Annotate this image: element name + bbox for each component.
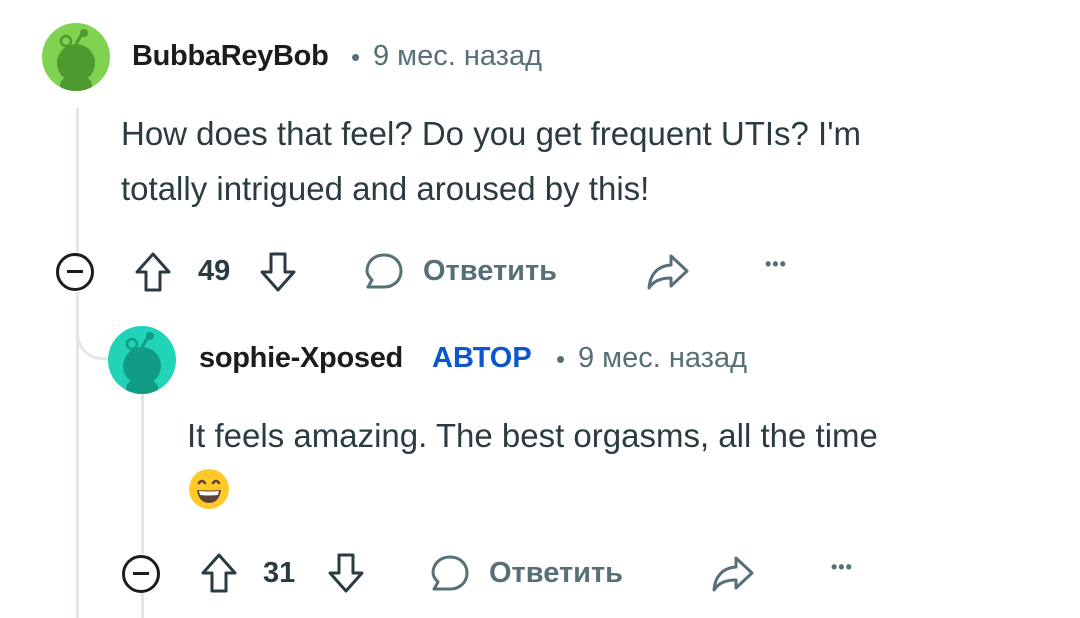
timestamp[interactable]: 9 мес. назад — [578, 342, 747, 375]
comment-body-line: totally intrigued and aroused by this! — [121, 170, 650, 207]
downvote-icon[interactable] — [326, 551, 366, 595]
snoo-avatar-icon — [123, 332, 161, 394]
upvote-icon[interactable] — [199, 551, 239, 595]
collapse-thread-button[interactable] — [56, 253, 94, 291]
reply-bubble-icon[interactable] — [428, 552, 472, 596]
op-badge: АВТОР — [432, 342, 532, 374]
downvote-icon[interactable] — [258, 250, 298, 294]
avatar[interactable] — [42, 23, 110, 91]
avatar[interactable] — [108, 326, 176, 394]
collapse-thread-button[interactable] — [122, 555, 160, 593]
separator-dot: • — [556, 344, 566, 374]
thread-line-2-lower — [141, 592, 144, 618]
vote-count: 31 — [263, 557, 296, 589]
snoo-avatar-icon — [57, 29, 95, 91]
reply-bubble-icon[interactable] — [362, 250, 406, 294]
more-options-button[interactable]: ••• — [831, 557, 853, 578]
thread-line-2 — [141, 394, 144, 554]
separator-dot: • — [351, 42, 361, 72]
comment-body: How does that feel? Do you get frequent … — [121, 106, 861, 216]
username[interactable]: BubbaReyBob — [132, 40, 329, 73]
thread-line-1 — [76, 108, 79, 258]
reply-button[interactable]: Ответить — [489, 557, 623, 590]
grinning-face-emoji — [187, 467, 231, 511]
share-icon[interactable] — [710, 552, 756, 596]
upvote-icon[interactable] — [133, 250, 173, 294]
share-icon[interactable] — [645, 250, 691, 294]
comment-body-line: How does that feel? Do you get frequent … — [121, 115, 862, 152]
vote-count: 49 — [198, 255, 231, 287]
reply-button[interactable]: Ответить — [423, 255, 557, 288]
timestamp[interactable]: 9 мес. назад — [373, 40, 542, 73]
comment-body-line: It feels amazing. The best orgasms, all … — [187, 417, 878, 454]
more-options-button[interactable]: ••• — [765, 254, 787, 275]
username[interactable]: sophie-Xposed — [199, 342, 403, 375]
